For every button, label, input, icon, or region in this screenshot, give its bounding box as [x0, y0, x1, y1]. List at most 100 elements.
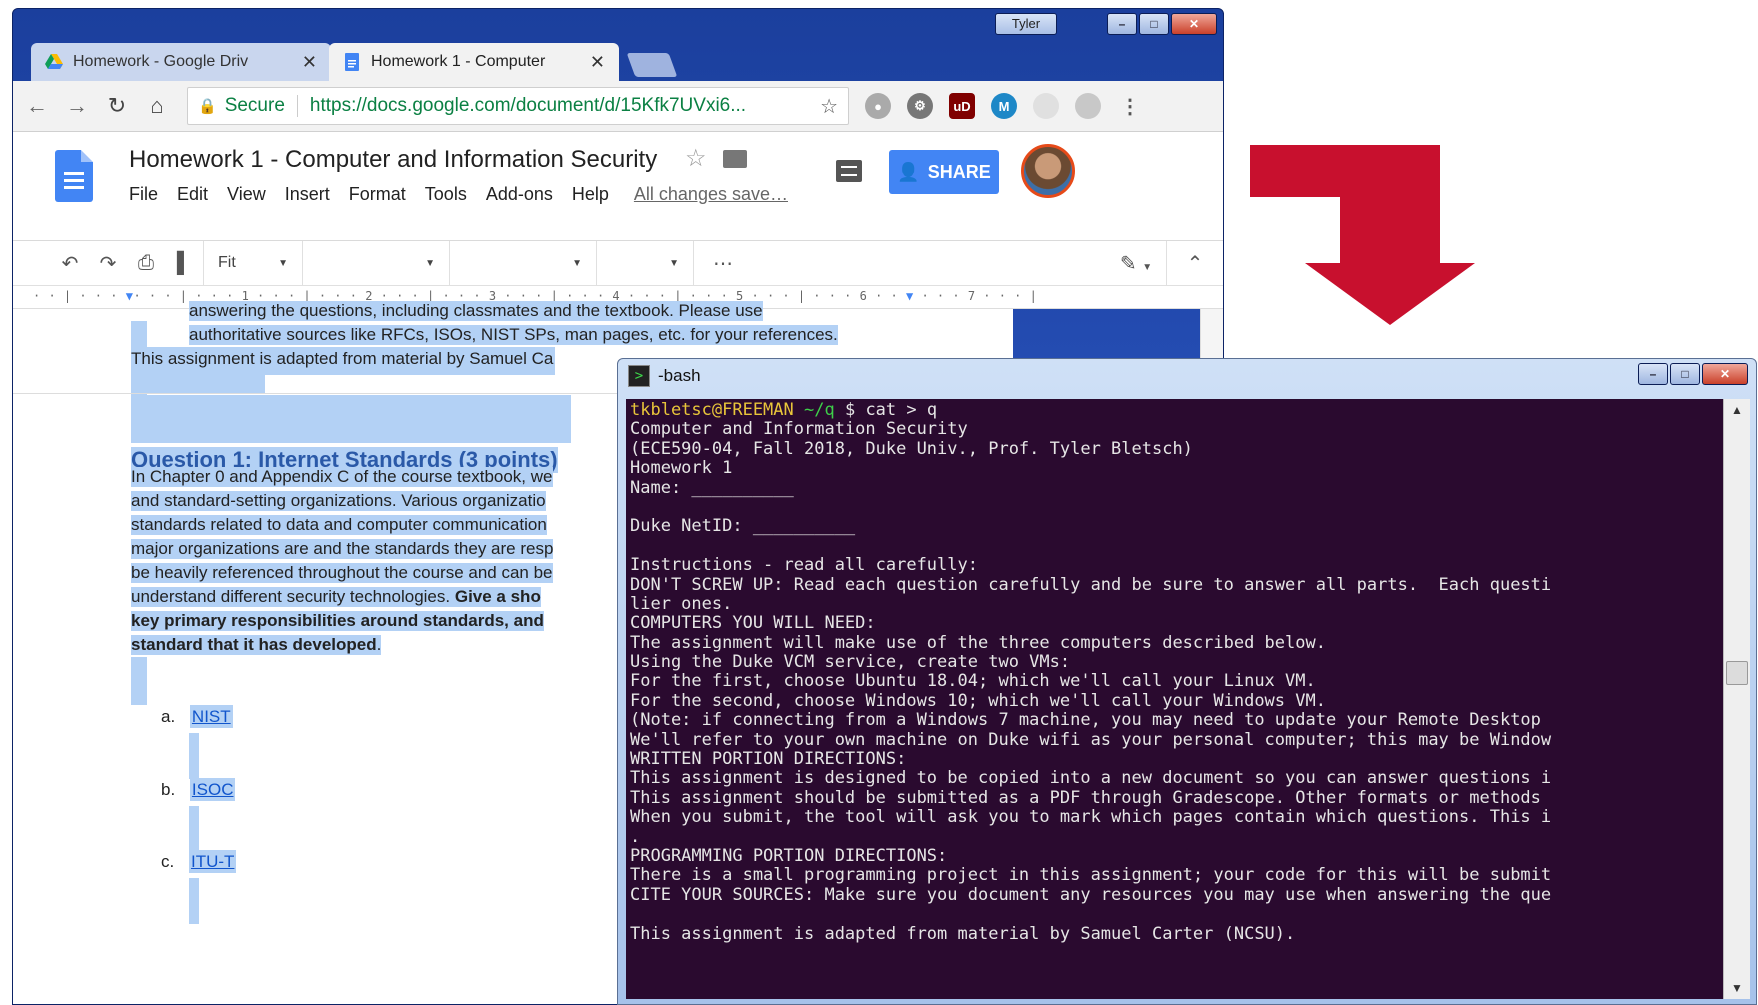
cursor-extension-icon[interactable] — [1075, 93, 1101, 119]
terminal-line: . — [630, 827, 641, 847]
bold-text: standard that it has developed — [131, 635, 377, 654]
save-status[interactable]: All changes save… — [634, 184, 788, 205]
isoc-link[interactable]: ISOC — [189, 778, 236, 801]
folder-icon[interactable] — [723, 150, 747, 168]
collapse-toolbar-icon[interactable]: ⌃ — [1167, 251, 1223, 276]
terminal-line: This assignment is designed to be copied… — [630, 769, 1552, 789]
selection-block — [189, 806, 199, 852]
nist-link[interactable]: NIST — [189, 705, 233, 728]
menu-file[interactable]: File — [129, 184, 158, 205]
tab-title: Homework 1 - Computer — [371, 53, 546, 70]
terminal-line: CITE YOUR SOURCES: Make sure you documen… — [630, 885, 1552, 905]
print-icon[interactable]: ⎙ — [127, 252, 165, 275]
address-bar[interactable]: 🔒 Secure https://docs.google.com/documen… — [187, 87, 849, 125]
tab-google-drive[interactable]: Homework - Google Driv ✕ — [31, 43, 331, 81]
secure-label: Secure — [224, 95, 285, 116]
tab-close-icon[interactable]: ✕ — [302, 52, 317, 73]
prompt-command: $ cat > q — [834, 401, 938, 420]
menu-help[interactable]: Help — [572, 184, 609, 205]
terminal-line: (Note: if connecting from a Windows 7 ma… — [630, 711, 1541, 731]
google-docs-icon — [345, 53, 359, 71]
style-select[interactable]: ▼ — [303, 258, 449, 269]
menu-insert[interactable]: Insert — [285, 184, 330, 205]
comment-icon[interactable] — [836, 160, 862, 182]
star-icon[interactable]: ☆ — [685, 144, 707, 173]
undo-icon[interactable]: ↶ — [51, 251, 89, 276]
tab-close-icon[interactable]: ✕ — [590, 52, 605, 73]
prompt-line: tkbletsc@FREEMAN ~/q $ cat > q — [630, 401, 1720, 420]
body-text-line: authoritative sources like RFCs, ISOs, N… — [189, 325, 838, 345]
menu-tools[interactable]: Tools — [425, 184, 467, 205]
forward-icon[interactable]: → — [61, 90, 93, 122]
font-size-select[interactable]: ▼ — [597, 258, 693, 269]
list-marker: c. — [161, 852, 175, 871]
cloud-extension-icon[interactable] — [1033, 93, 1059, 119]
docs-logo-icon[interactable] — [55, 150, 93, 202]
tab-title: Homework - Google Driv — [73, 53, 249, 70]
more-options-icon[interactable]: ⋯ — [704, 251, 742, 276]
scroll-thumb[interactable] — [1726, 661, 1748, 685]
bold-text: Give a sho — [454, 587, 541, 606]
bookmark-star-icon[interactable]: ☆ — [820, 94, 838, 119]
list-item: b. ISOC — [161, 778, 236, 801]
terminal-line: Homework 1 — [630, 459, 733, 479]
more-menu-icon[interactable]: ⋮ — [1117, 93, 1143, 119]
document-title[interactable]: Homework 1 - Computer and Information Se… — [129, 146, 657, 174]
m-extension-icon[interactable]: M — [991, 93, 1017, 119]
close-button[interactable]: ✕ — [1171, 13, 1217, 35]
tab-homework-doc[interactable]: Homework 1 - Computer ✕ — [329, 43, 619, 81]
selection-block — [131, 657, 147, 705]
share-button[interactable]: 👤 SHARE — [889, 150, 999, 194]
zoom-select[interactable]: Fit ▼ — [204, 254, 302, 272]
scroll-up-icon[interactable]: ▲ — [1724, 399, 1750, 421]
terminal-window: > -bash – □ ✕ tkbletsc@FREEMAN ~/q $ cat… — [617, 358, 1757, 1005]
close-button[interactable]: ✕ — [1702, 363, 1748, 385]
body-text-line: and standard-setting organizations. Vari… — [131, 491, 546, 511]
reload-icon[interactable]: ↻ — [101, 90, 133, 122]
redo-icon[interactable]: ↷ — [89, 251, 127, 276]
prompt-path: ~/q — [804, 401, 835, 420]
terminal-line: There is a small programming project in … — [630, 866, 1552, 886]
transfer-arrow-icon — [1250, 145, 1475, 325]
chevron-down-icon: ▼ — [425, 257, 435, 269]
terminal-output[interactable]: tkbletsc@FREEMAN ~/q $ cat > q Computer … — [626, 399, 1724, 999]
terminal-scrollbar[interactable]: ▲ ▼ — [1723, 399, 1750, 999]
scroll-down-icon[interactable]: ▼ — [1724, 977, 1750, 999]
editing-mode-icon[interactable]: ✎ ▼ — [1106, 251, 1166, 276]
selection-block — [131, 369, 265, 393]
back-icon[interactable]: ← — [21, 90, 53, 122]
avatar[interactable] — [1021, 144, 1075, 198]
url-text[interactable]: https://docs.google.com/document/d/15Kfk… — [310, 95, 820, 117]
terminal-line: Using the Duke VCM service, create two V… — [630, 653, 1071, 673]
font-select[interactable]: ▼ — [450, 258, 596, 269]
itu-t-link[interactable]: ITU-T — [188, 850, 237, 873]
home-icon[interactable]: ⌂ — [141, 90, 173, 122]
menu-addons[interactable]: Add-ons — [486, 184, 553, 205]
body-text-line: answering the questions, including class… — [189, 301, 763, 321]
maximize-button[interactable]: □ — [1139, 13, 1169, 35]
new-tab-button[interactable] — [626, 53, 678, 77]
chevron-down-icon: ▼ — [572, 257, 582, 269]
ublock-extension-icon[interactable]: uD — [949, 93, 975, 119]
format-toolbar: ↶ ↷ ⎙ ▌ Fit ▼ ▼ ▼ ▼ ⋯ ✎ ▼ ⌃ — [13, 241, 1223, 286]
terminal-line: This assignment should be submitted as a… — [630, 788, 1541, 808]
terminal-line: The assignment will make use of the thre… — [630, 633, 1326, 653]
body-text-line: standard that it has developed. — [131, 635, 382, 655]
globe-extension-icon[interactable]: ● — [865, 93, 891, 119]
paint-format-icon[interactable]: ▌ — [165, 252, 203, 275]
menu-edit[interactable]: Edit — [177, 184, 208, 205]
person-icon: 👤 — [897, 161, 920, 182]
docs-header: Homework 1 - Computer and Information Se… — [13, 132, 1223, 241]
maximize-button[interactable]: □ — [1670, 363, 1700, 385]
gear-extension-icon[interactable]: ⚙ — [907, 93, 933, 119]
menu-format[interactable]: Format — [349, 184, 406, 205]
body-text-line: In Chapter 0 and Appendix C of the cours… — [131, 467, 553, 487]
menu-view[interactable]: View — [227, 184, 266, 205]
profile-button[interactable]: Tyler — [995, 13, 1057, 35]
minimize-button[interactable]: – — [1107, 13, 1137, 35]
minimize-button[interactable]: – — [1638, 363, 1668, 385]
omnibox-separator — [296, 95, 298, 117]
